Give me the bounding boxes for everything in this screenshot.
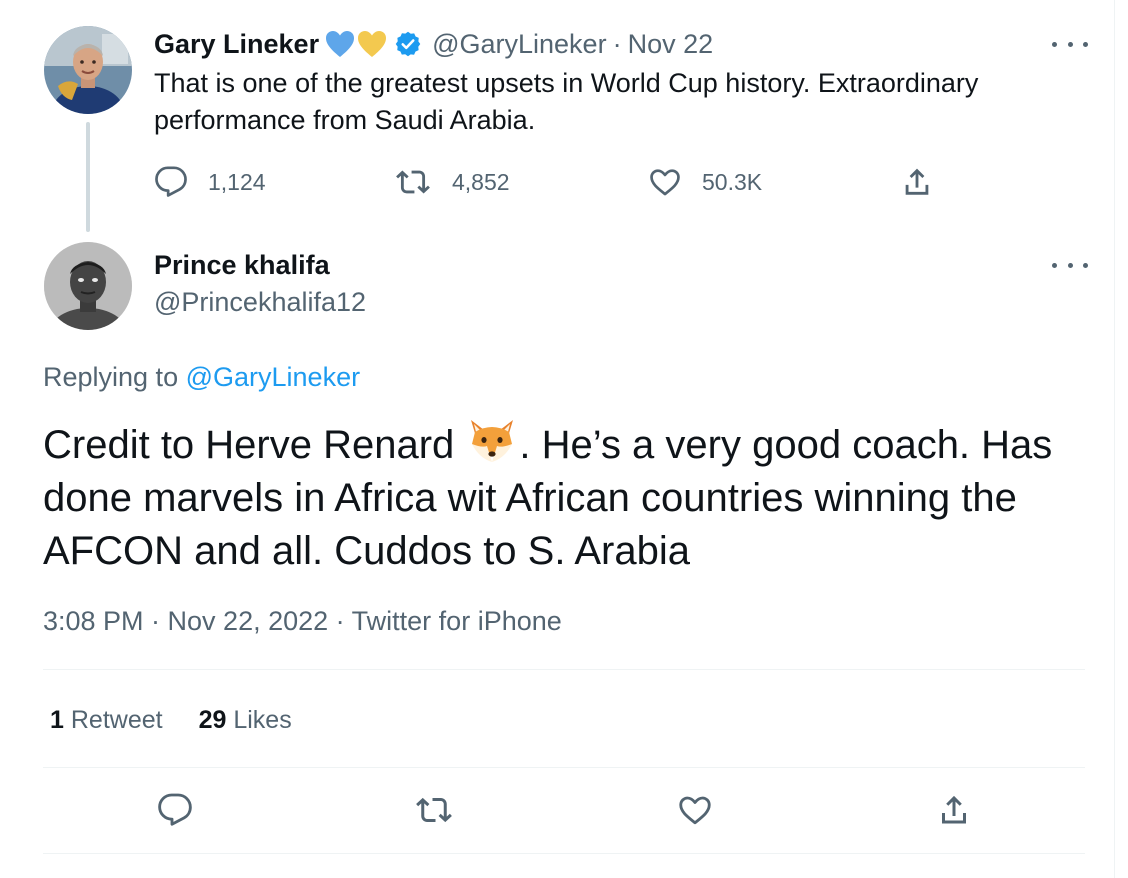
retweet-button[interactable] [414,790,454,830]
parent-retweet-button[interactable]: 4,852 [394,164,510,200]
blue-heart-emoji [325,30,355,58]
replying-to-mention[interactable]: @GaryLineker [186,362,360,392]
share-icon [942,795,966,824]
like-count: 50.3K [702,168,763,195]
reply-text-part-1: Credit to Herve Renard [43,423,455,467]
retweet-icon [396,170,430,194]
reply-author-handle[interactable]: @Princekhalifa12 [154,285,366,319]
parent-reply-button[interactable]: 1,124 [154,164,266,200]
reply-tweet-text: Credit to Herve Renard . He’s a very goo… [43,418,1083,578]
retweets-stat[interactable]: 1 Retweet [50,703,163,737]
parent-like-button[interactable]: 50.3K [648,164,762,200]
parent-tweet-header: Gary Lineker @GaryLineker · Nov 22 [154,26,713,62]
likes-label: Likes [233,706,292,734]
likes-count: 29 [198,706,227,734]
parent-tweet-text: That is one of the greatest upsets in Wo… [154,68,979,135]
parent-author-name[interactable]: Gary Lineker [154,26,319,62]
like-button[interactable] [675,790,715,830]
reply-author-name[interactable]: Prince khalifa [154,248,330,282]
parent-more-icon[interactable] [1052,32,1088,56]
avatar-prince-khalifa[interactable] [44,242,132,330]
share-button[interactable] [934,790,974,830]
thread-connector-line [86,122,90,232]
replying-to-prefix: Replying to [43,362,179,392]
retweets-count: 1 [50,706,64,734]
yellow-heart-emoji [357,30,387,58]
reply-stats: 1 Retweet 29 Likes [50,703,292,737]
reply-icon [158,793,192,826]
timeline-border [1114,0,1115,878]
like-icon [679,796,711,825]
parent-tweet-date[interactable]: Nov 22 [628,26,714,62]
retweet-count: 4,852 [452,168,510,195]
reply-more-icon[interactable] [1052,253,1088,277]
avatar-gary-lineker[interactable] [44,26,132,114]
header-separator: · [612,29,622,59]
divider-bottom [43,853,1085,854]
replying-to-line: Replying to @GaryLineker [43,360,360,394]
verified-badge-icon [394,30,422,58]
reply-tweet-meta[interactable]: 3:08 PM · Nov 22, 2022 · Twitter for iPh… [43,603,562,639]
parent-share-button[interactable] [900,164,934,200]
share-icon [905,168,929,195]
divider-middle [43,767,1085,768]
parent-author-handle[interactable]: @GaryLineker [432,26,606,62]
retweets-label: Retweet [70,706,163,734]
fox-face-emoji [467,418,517,464]
likes-stat[interactable]: 29 Likes [199,703,292,737]
reply-button[interactable] [155,790,195,830]
retweet-icon [416,797,452,823]
like-icon [650,169,680,196]
reply-count: 1,124 [208,168,266,195]
divider-top [43,669,1085,670]
reply-icon [155,166,187,197]
